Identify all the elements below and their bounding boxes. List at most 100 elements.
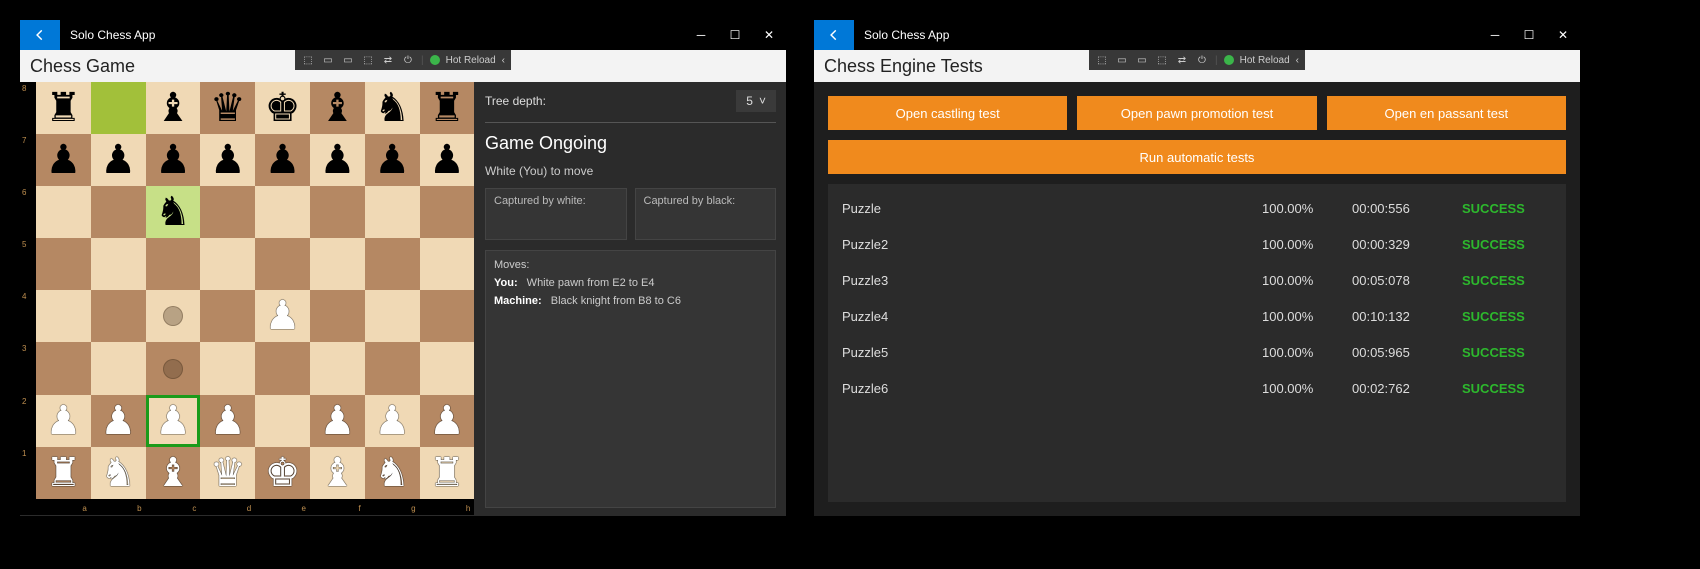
board-square[interactable]: ♟: [146, 134, 201, 186]
close-button[interactable]: ✕: [752, 20, 786, 50]
maximize-button[interactable]: ☐: [718, 20, 752, 50]
toolbar-icon[interactable]: ⏻: [401, 53, 415, 67]
white-n-piece[interactable]: ♞: [100, 453, 136, 493]
board-square[interactable]: ♟: [255, 134, 310, 186]
white-p-piece[interactable]: ♟: [429, 401, 465, 441]
board-square[interactable]: ♟: [420, 134, 475, 186]
board-square[interactable]: ♞: [365, 82, 420, 134]
black-r-piece[interactable]: ♜: [45, 88, 81, 128]
board-square[interactable]: ♚: [255, 447, 310, 499]
toolbar-icon[interactable]: ⬚: [301, 53, 315, 67]
white-q-piece[interactable]: ♛: [210, 453, 246, 493]
board-square[interactable]: ♞: [365, 447, 420, 499]
white-r-piece[interactable]: ♜: [429, 453, 465, 493]
board-square[interactable]: ♜: [420, 447, 475, 499]
white-p-piece[interactable]: ♟: [155, 401, 191, 441]
white-k-piece[interactable]: ♚: [265, 453, 301, 493]
white-p-piece[interactable]: ♟: [100, 401, 136, 441]
board-square[interactable]: [310, 186, 365, 238]
black-p-piece[interactable]: ♟: [45, 140, 81, 180]
toolbar-icon[interactable]: ⏻: [1195, 53, 1209, 67]
toolbar-icon[interactable]: ⇄: [1175, 53, 1189, 67]
board-square[interactable]: ♟: [365, 395, 420, 447]
white-r-piece[interactable]: ♜: [45, 453, 81, 493]
board-square[interactable]: ♟: [255, 290, 310, 342]
board-square[interactable]: ♟: [91, 134, 146, 186]
board-square[interactable]: ♟: [146, 395, 201, 447]
board-square[interactable]: ♜: [36, 447, 91, 499]
chevron-icon[interactable]: ‹: [502, 55, 505, 66]
board-square[interactable]: ♞: [146, 186, 201, 238]
open-promotion-button[interactable]: Open pawn promotion test: [1077, 96, 1316, 130]
board-square[interactable]: [91, 238, 146, 290]
white-p-piece[interactable]: ♟: [210, 401, 246, 441]
toolbar-icon[interactable]: ⬚: [1095, 53, 1109, 67]
toolbar-icon[interactable]: ▭: [321, 53, 335, 67]
board-square[interactable]: ♝: [310, 82, 365, 134]
board-square[interactable]: ♛: [200, 447, 255, 499]
board-square[interactable]: [200, 186, 255, 238]
black-n-piece[interactable]: ♞: [155, 192, 191, 232]
board-square[interactable]: ♞: [91, 447, 146, 499]
chevron-icon[interactable]: ‹: [1296, 55, 1299, 66]
board-square[interactable]: [310, 290, 365, 342]
board-square[interactable]: ♟: [420, 395, 475, 447]
board-square[interactable]: ♟: [36, 395, 91, 447]
board-square[interactable]: ♟: [200, 395, 255, 447]
white-p-piece[interactable]: ♟: [45, 401, 81, 441]
board-square[interactable]: [36, 290, 91, 342]
minimize-button[interactable]: ─: [684, 20, 718, 50]
board-square[interactable]: ♝: [146, 82, 201, 134]
hot-reload-toolbar[interactable]: ⬚ ▭ ▭ ⬚ ⇄ ⏻ | Hot Reload ‹: [295, 50, 511, 70]
board-square[interactable]: [255, 395, 310, 447]
black-p-piece[interactable]: ♟: [265, 140, 301, 180]
board-square[interactable]: ♚: [255, 82, 310, 134]
black-p-piece[interactable]: ♟: [319, 140, 355, 180]
board-square[interactable]: [146, 290, 201, 342]
black-b-piece[interactable]: ♝: [319, 88, 355, 128]
black-n-piece[interactable]: ♞: [374, 88, 410, 128]
board-square[interactable]: [146, 238, 201, 290]
toolbar-icon[interactable]: ▭: [1115, 53, 1129, 67]
board-square[interactable]: [420, 238, 475, 290]
white-p-piece[interactable]: ♟: [319, 401, 355, 441]
hot-reload-toolbar[interactable]: ⬚ ▭ ▭ ⬚ ⇄ ⏻ | Hot Reload ‹: [1089, 50, 1305, 70]
black-k-piece[interactable]: ♚: [265, 88, 301, 128]
back-button[interactable]: [814, 20, 854, 50]
toolbar-icon[interactable]: ⇄: [381, 53, 395, 67]
black-r-piece[interactable]: ♜: [429, 88, 465, 128]
board-square[interactable]: [91, 290, 146, 342]
run-tests-button[interactable]: Run automatic tests: [828, 140, 1566, 174]
black-p-piece[interactable]: ♟: [210, 140, 246, 180]
black-q-piece[interactable]: ♛: [210, 88, 246, 128]
board-square[interactable]: [310, 342, 365, 394]
board-square[interactable]: [365, 186, 420, 238]
black-p-piece[interactable]: ♟: [374, 140, 410, 180]
board-square[interactable]: ♟: [91, 395, 146, 447]
board-square[interactable]: ♜: [420, 82, 475, 134]
board-square[interactable]: [36, 342, 91, 394]
tree-depth-select[interactable]: 5 ˅: [736, 90, 776, 112]
toolbar-icon[interactable]: ▭: [341, 53, 355, 67]
chess-board[interactable]: 8♜♝♛♚♝♞♜7♟♟♟♟♟♟♟♟6♞54♟32♟♟♟♟♟♟♟1♜♞♝♛♚♝♞♜…: [20, 82, 475, 515]
board-square[interactable]: [200, 342, 255, 394]
white-b-piece[interactable]: ♝: [155, 453, 191, 493]
black-p-piece[interactable]: ♟: [429, 140, 465, 180]
board-square[interactable]: [420, 290, 475, 342]
toolbar-icon[interactable]: ⬚: [361, 53, 375, 67]
white-n-piece[interactable]: ♞: [374, 453, 410, 493]
board-square[interactable]: ♟: [310, 134, 365, 186]
open-enpassant-button[interactable]: Open en passant test: [1327, 96, 1566, 130]
board-square[interactable]: [420, 342, 475, 394]
board-square[interactable]: [200, 238, 255, 290]
board-square[interactable]: [146, 342, 201, 394]
board-square[interactable]: [310, 238, 365, 290]
board-square[interactable]: ♟: [310, 395, 365, 447]
board-square[interactable]: ♝: [310, 447, 365, 499]
black-p-piece[interactable]: ♟: [155, 140, 191, 180]
board-square[interactable]: ♟: [36, 134, 91, 186]
black-p-piece[interactable]: ♟: [100, 140, 136, 180]
board-square[interactable]: [365, 238, 420, 290]
board-square[interactable]: [36, 238, 91, 290]
minimize-button[interactable]: ─: [1478, 20, 1512, 50]
